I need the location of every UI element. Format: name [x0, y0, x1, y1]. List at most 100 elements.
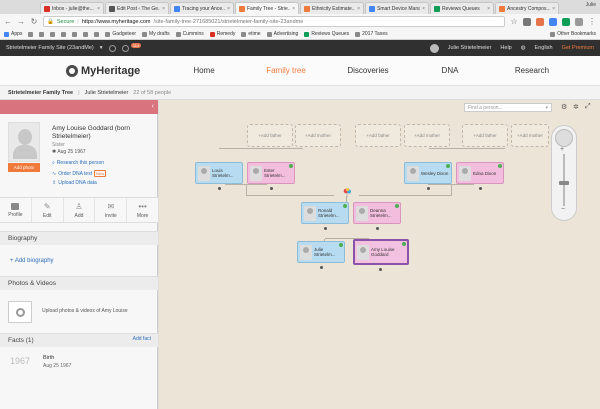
edit-button[interactable]: ✎ Edit [32, 198, 64, 222]
zoom-slider-handle[interactable] [559, 181, 569, 185]
person-card-wesley[interactable]: Wesley Dixon [404, 162, 452, 184]
browser-tab-active[interactable]: Family Tree - Strie... × [235, 2, 299, 14]
close-icon[interactable]: × [162, 6, 165, 12]
person-card-ester[interactable]: Ester Strietelm... [247, 162, 295, 184]
expand-dot[interactable] [379, 268, 382, 271]
chevron-down-icon[interactable]: ▾ [100, 45, 103, 51]
user-name[interactable]: Julie Strietelmeier [448, 45, 492, 51]
language-selector[interactable]: English [535, 45, 553, 51]
person-card-julie[interactable]: Julie Strietelm... [297, 241, 345, 263]
get-premium-link[interactable]: Get Premium [562, 45, 594, 51]
nav-family-tree[interactable]: Family tree [245, 66, 327, 75]
nav-research[interactable]: Research [491, 66, 573, 75]
nav-dna[interactable]: DNA [409, 66, 491, 75]
extension-icon[interactable] [523, 17, 531, 26]
close-icon[interactable]: × [227, 6, 230, 12]
browser-tab[interactable]: Edit Post ‹ The Ge... × [105, 2, 169, 14]
tree-name[interactable]: Strietelmeier Family Tree [8, 90, 73, 96]
add-father-placeholder[interactable]: +Add father [247, 124, 293, 147]
bookmark[interactable] [83, 31, 89, 37]
nav-home[interactable]: Home [163, 66, 245, 75]
order-dna-link[interactable]: ∿ Order DNA test New [52, 170, 107, 177]
browser-tab[interactable]: Smart Device Mana...× [365, 2, 429, 14]
add-mother-placeholder[interactable]: +Add mother [295, 124, 341, 147]
more-button[interactable]: ••• More [127, 198, 158, 222]
zoom-in-icon[interactable]: + [560, 146, 564, 153]
close-icon[interactable]: × [422, 6, 425, 12]
extension-icon[interactable] [575, 17, 583, 26]
bookmark[interactable]: My drafts [142, 31, 170, 37]
person-card-amy-selected[interactable]: Amy Louise Goddard [353, 239, 409, 265]
bookmark[interactable]: 2017 Taxes [355, 31, 388, 37]
browser-tab[interactable]: Reviews Queues × [430, 2, 494, 14]
expand-dot[interactable] [479, 187, 482, 190]
add-mother-placeholder[interactable]: +Add mother [404, 124, 450, 147]
site-selector[interactable]: Strietelmeier Family Site (23andMe) [6, 45, 94, 51]
add-father-placeholder[interactable]: +Add father [462, 124, 508, 147]
add-fact-link[interactable]: Add fact [133, 336, 151, 342]
find-person-input[interactable]: Find a person... ▾ [464, 103, 552, 112]
chevron-left-icon[interactable]: ‹ [152, 103, 154, 110]
expand-dot[interactable] [320, 266, 323, 269]
logo[interactable]: MyHeritage [0, 64, 163, 77]
tree-view-icon[interactable]: ⚙ [561, 103, 567, 111]
bookmark[interactable] [94, 31, 100, 37]
expand-dot[interactable] [324, 227, 327, 230]
person-card-deanna[interactable]: Deanna Strietelm... [353, 202, 401, 224]
upload-dna-link[interactable]: ⇪ Upload DNA data [52, 180, 97, 186]
close-icon[interactable]: × [357, 6, 360, 12]
browser-tab[interactable]: Tracing your Ance... × [170, 2, 234, 14]
browser-tab[interactable]: Ethnicity Estimate... × [300, 2, 364, 14]
zoom-out-icon[interactable]: − [561, 206, 565, 213]
pan-control[interactable] [555, 129, 573, 147]
browser-user[interactable]: Julie [586, 2, 596, 8]
close-icon[interactable]: × [292, 6, 295, 12]
help-link[interactable]: Help [500, 45, 511, 51]
extension-icon[interactable] [536, 17, 544, 26]
person-card-edna[interactable]: Edna Dixon [456, 162, 504, 184]
invite-button[interactable]: ✉ Invite [95, 198, 128, 222]
close-icon[interactable]: × [487, 6, 490, 12]
fullscreen-icon[interactable]: ⤢ [585, 103, 591, 111]
bookmark[interactable]: Gadgeteer [105, 31, 136, 37]
browser-tab[interactable]: Inbox - julie@the... × [40, 2, 104, 14]
family-tree-canvas[interactable]: Find a person... ▾ ⚙ ✲ ⤢ +Add father +Add… [159, 100, 600, 409]
bookmark[interactable] [61, 31, 67, 37]
zoom-slider[interactable] [563, 154, 565, 206]
bookmark[interactable]: Advertising [266, 31, 298, 37]
forward-icon[interactable]: → [17, 17, 25, 26]
camera-icon[interactable] [8, 301, 32, 323]
bookmark[interactable]: Cummins [175, 31, 204, 37]
add-button[interactable]: ♙ Add [64, 198, 96, 222]
settings-icon[interactable]: ✲ [573, 103, 579, 111]
bookmark[interactable]: etime [241, 31, 261, 37]
bookmark[interactable] [50, 31, 56, 37]
browser-tab[interactable]: Ancestry Compos... × [495, 2, 559, 14]
add-photo-button[interactable]: Add photo [8, 163, 40, 172]
extension-icon[interactable] [549, 17, 557, 26]
expand-dot[interactable] [376, 227, 379, 230]
close-icon[interactable]: × [97, 6, 100, 12]
bookmark[interactable]: Reviews Queues [304, 31, 349, 37]
inbox-icon[interactable] [108, 44, 116, 52]
url-input[interactable]: 🔒 Secure | https://www.myheritage.com/si… [43, 16, 505, 27]
add-father-placeholder[interactable]: +Add father [355, 124, 401, 147]
profile-photo[interactable] [8, 122, 40, 162]
profile-button[interactable]: Profile [0, 198, 32, 222]
bookmark[interactable]: Remedy [209, 31, 235, 37]
nav-discoveries[interactable]: Discoveries [327, 66, 409, 75]
person-card-ronald[interactable]: Ronald Strietelm... [301, 202, 349, 224]
bookmark-apps[interactable]: Apps [4, 31, 22, 37]
close-icon[interactable]: × [552, 6, 555, 12]
other-bookmarks[interactable]: Other Bookmarks [550, 31, 596, 37]
bookmark[interactable] [72, 31, 78, 37]
expand-dot[interactable] [427, 187, 430, 190]
reload-icon[interactable]: ↻ [30, 17, 38, 26]
person-card-louis[interactable]: Louis Strietelm... [195, 162, 243, 184]
menu-icon[interactable]: ⋮ [588, 17, 596, 26]
bookmark[interactable] [28, 31, 34, 37]
expand-dot[interactable] [218, 187, 221, 190]
add-biography-link[interactable]: + Add biography [10, 258, 54, 264]
star-icon[interactable]: ☆ [510, 17, 518, 26]
bookmark[interactable] [39, 31, 45, 37]
